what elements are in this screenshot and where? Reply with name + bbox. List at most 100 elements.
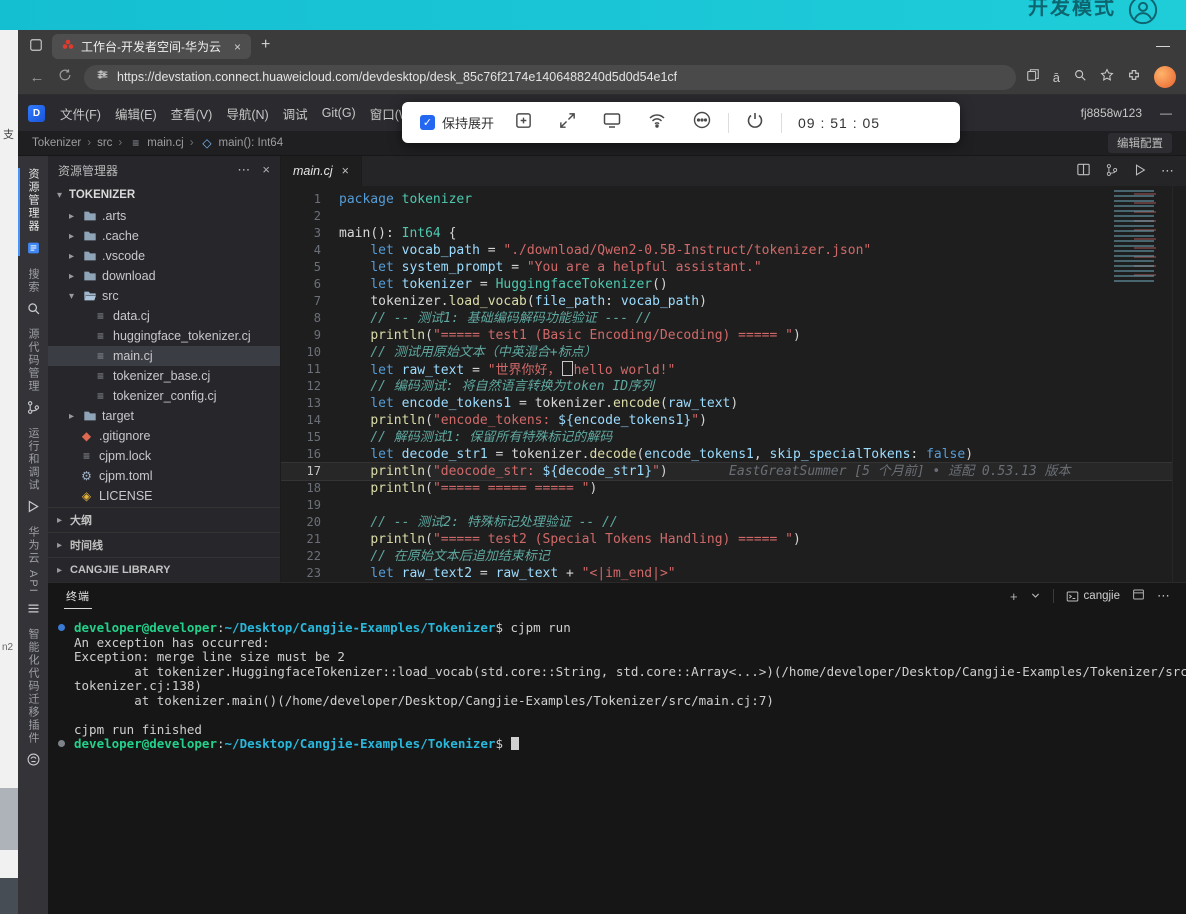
sidebar-section-header[interactable]: ▸大纲 <box>48 507 280 532</box>
code-line[interactable]: 9 println("===== test1 (Basic Encoding/D… <box>281 327 1186 344</box>
code-line[interactable]: 20 // -- 测试2: 特殊标记处理验证 -- // <box>281 514 1186 531</box>
activity-item[interactable]: 运行和调试 <box>18 427 48 514</box>
code-line[interactable]: 5 let system_prompt = "You are a helpful… <box>281 259 1186 276</box>
tree-item[interactable]: ≡tokenizer_config.cj <box>48 386 280 406</box>
breadcrumb-item[interactable]: Tokenizer <box>32 137 81 149</box>
tree-item[interactable]: ▸download <box>48 266 280 286</box>
breadcrumb-item[interactable]: ≡main.cj <box>128 136 183 150</box>
activity-item[interactable]: 源代码管理 <box>18 328 48 415</box>
breadcrumb-item[interactable]: src <box>97 137 112 149</box>
tab-overview-icon[interactable] <box>26 35 46 55</box>
code-line[interactable]: 18 println("===== ===== ===== ") <box>281 480 1186 497</box>
tree-item[interactable]: ≡cjpm.lock <box>48 446 280 466</box>
activity-item[interactable]: 华为云 API <box>18 526 48 616</box>
maximize-panel-icon[interactable] <box>1132 588 1145 604</box>
split-editor-icon[interactable] <box>1076 162 1091 180</box>
zoom-icon[interactable] <box>1073 68 1087 87</box>
code-line[interactable]: 15 // 解码测试1: 保留所有特殊标记的解码 <box>281 429 1186 446</box>
code-line[interactable]: 6 let tokenizer = HuggingfaceTokenizer() <box>281 276 1186 293</box>
code-line[interactable]: 16 let decode_str1 = tokenizer.decode(en… <box>281 446 1186 463</box>
code-line[interactable]: 11 let raw_text = "世界你好，hello world!" <box>281 361 1186 378</box>
profile-avatar[interactable] <box>1154 66 1176 88</box>
toolbar-minimize-icon[interactable]: — <box>1160 106 1172 120</box>
tree-item[interactable]: ▾src <box>48 286 280 306</box>
window-minimize-icon[interactable]: — <box>1148 37 1178 53</box>
code-line[interactable]: 21 println("===== test2 (Special Tokens … <box>281 531 1186 548</box>
new-terminal-icon[interactable]: + <box>1010 589 1018 604</box>
minimap[interactable] <box>1114 190 1170 282</box>
tree-root-folder[interactable]: ▾ TOKENIZER <box>48 184 280 206</box>
back-icon[interactable]: ← <box>28 69 46 86</box>
code-editor[interactable]: 1package tokenizer23main(): Int64 {4 let… <box>281 186 1186 582</box>
code-line[interactable]: 10 // 测试用原始文本（中英混合+标点） <box>281 344 1186 361</box>
tree-item[interactable]: ◈LICENSE <box>48 486 280 506</box>
code-line[interactable]: 23 let raw_text2 = raw_text + "<|im_end|… <box>281 565 1186 582</box>
keep-open-checkbox[interactable]: ✓ <box>420 115 435 130</box>
command-decoration-icon[interactable] <box>58 740 65 747</box>
command-decoration-icon[interactable] <box>58 624 65 631</box>
tree-item[interactable]: ≡tokenizer_base.cj <box>48 366 280 386</box>
url-field[interactable]: https://devstation.connect.huaweicloud.c… <box>84 65 1016 90</box>
network-icon[interactable] <box>647 110 667 135</box>
code-line[interactable]: 12 // 编码测试: 将自然语言转换为token ID序列 <box>281 378 1186 395</box>
menu-item[interactable]: 调试 <box>276 101 315 126</box>
tab-close-icon[interactable]: × <box>234 40 241 54</box>
code-line[interactable]: 7 tokenizer.load_vocab(file_path: vocab_… <box>281 293 1186 310</box>
tree-item[interactable]: ◆.gitignore <box>48 426 280 446</box>
refresh-icon[interactable] <box>56 68 74 86</box>
tree-item[interactable]: ▸.arts <box>48 206 280 226</box>
code-line[interactable]: 8 // -- 测试1: 基础编码解码功能验证 --- // <box>281 310 1186 327</box>
tree-item[interactable]: ≡main.cj <box>48 346 280 366</box>
new-tab-icon[interactable]: + <box>261 36 270 54</box>
favorites-star-icon[interactable] <box>1100 68 1114 87</box>
power-icon[interactable] <box>745 110 765 135</box>
activity-item[interactable]: 资源管理器 <box>18 168 48 256</box>
add-window-icon[interactable] <box>514 111 533 135</box>
editor-tab-main-cj[interactable]: main.cj × <box>281 156 362 186</box>
browser-tab[interactable]: 工作台-开发者空间-华为云 × <box>52 34 251 59</box>
code-line[interactable]: 2 <box>281 208 1186 225</box>
panel-more-icon[interactable]: ⋯ <box>1157 588 1170 604</box>
source-control-icon[interactable] <box>1105 163 1119 180</box>
tree-item[interactable]: ≡huggingface_tokenizer.cj <box>48 326 280 346</box>
editor-tab-close-icon[interactable]: × <box>342 164 349 178</box>
activity-item[interactable]: 搜索 <box>18 268 48 316</box>
code-line[interactable]: 13 let encode_tokens1 = tokenizer.encode… <box>281 395 1186 412</box>
sidebar-more-icon[interactable]: ⋯ <box>237 162 250 178</box>
breadcrumb-item[interactable]: ◇main(): Int64 <box>200 136 284 150</box>
terminal-dropdown-icon[interactable] <box>1030 589 1041 604</box>
code-line[interactable]: 22 // 在原始文本后追加结束标记 <box>281 548 1186 565</box>
code-line[interactable]: 4 let vocab_path = "./download/Qwen2-0.5… <box>281 242 1186 259</box>
tree-item[interactable]: ≡data.cj <box>48 306 280 326</box>
terminal-tab[interactable]: 终端 <box>64 584 92 609</box>
code-line[interactable]: 3main(): Int64 { <box>281 225 1186 242</box>
tree-item[interactable]: ⚙cjpm.toml <box>48 466 280 486</box>
user-circle-icon[interactable] <box>1128 0 1158 30</box>
overview-ruler[interactable] <box>1172 186 1186 582</box>
sidebar-section-header[interactable]: ▸时间线 <box>48 532 280 557</box>
terminal-profile[interactable]: cangjie <box>1066 590 1120 603</box>
run-icon[interactable] <box>1133 163 1147 180</box>
sidebar-close-icon[interactable]: × <box>262 162 270 178</box>
tree-item[interactable]: ▸target <box>48 406 280 426</box>
sidebar-section-header[interactable]: ▸CANGJIE LIBRARY <box>48 557 280 582</box>
extensions-icon[interactable] <box>1127 68 1141 87</box>
site-info-icon[interactable] <box>96 68 109 86</box>
code-line[interactable]: 17 println("deocode_str: ${decode_str1}"… <box>281 463 1186 480</box>
monitor-icon[interactable] <box>602 110 622 135</box>
code-line[interactable]: 19 <box>281 497 1186 514</box>
more-actions-icon[interactable]: ⋯ <box>1161 163 1174 179</box>
terminal-output[interactable]: developer@developer:~/Desktop/Cangjie-Ex… <box>48 609 1186 752</box>
fullscreen-icon[interactable] <box>558 111 577 135</box>
menu-item[interactable]: Git(G) <box>315 103 363 123</box>
menu-item[interactable]: 查看(V) <box>164 101 220 126</box>
edit-config-button[interactable]: 编辑配置 <box>1108 133 1172 153</box>
tree-item[interactable]: ▸.vscode <box>48 246 280 266</box>
code-line[interactable]: 14 println("encode_tokens: ${encode_toke… <box>281 412 1186 429</box>
collections-icon[interactable] <box>1026 68 1040 87</box>
menu-item[interactable]: 文件(F) <box>53 101 108 126</box>
read-aloud-icon[interactable]: ā <box>1053 70 1060 85</box>
tree-item[interactable]: ▸.cache <box>48 226 280 246</box>
more-options-icon[interactable] <box>692 110 712 135</box>
code-line[interactable]: 1package tokenizer <box>281 191 1186 208</box>
